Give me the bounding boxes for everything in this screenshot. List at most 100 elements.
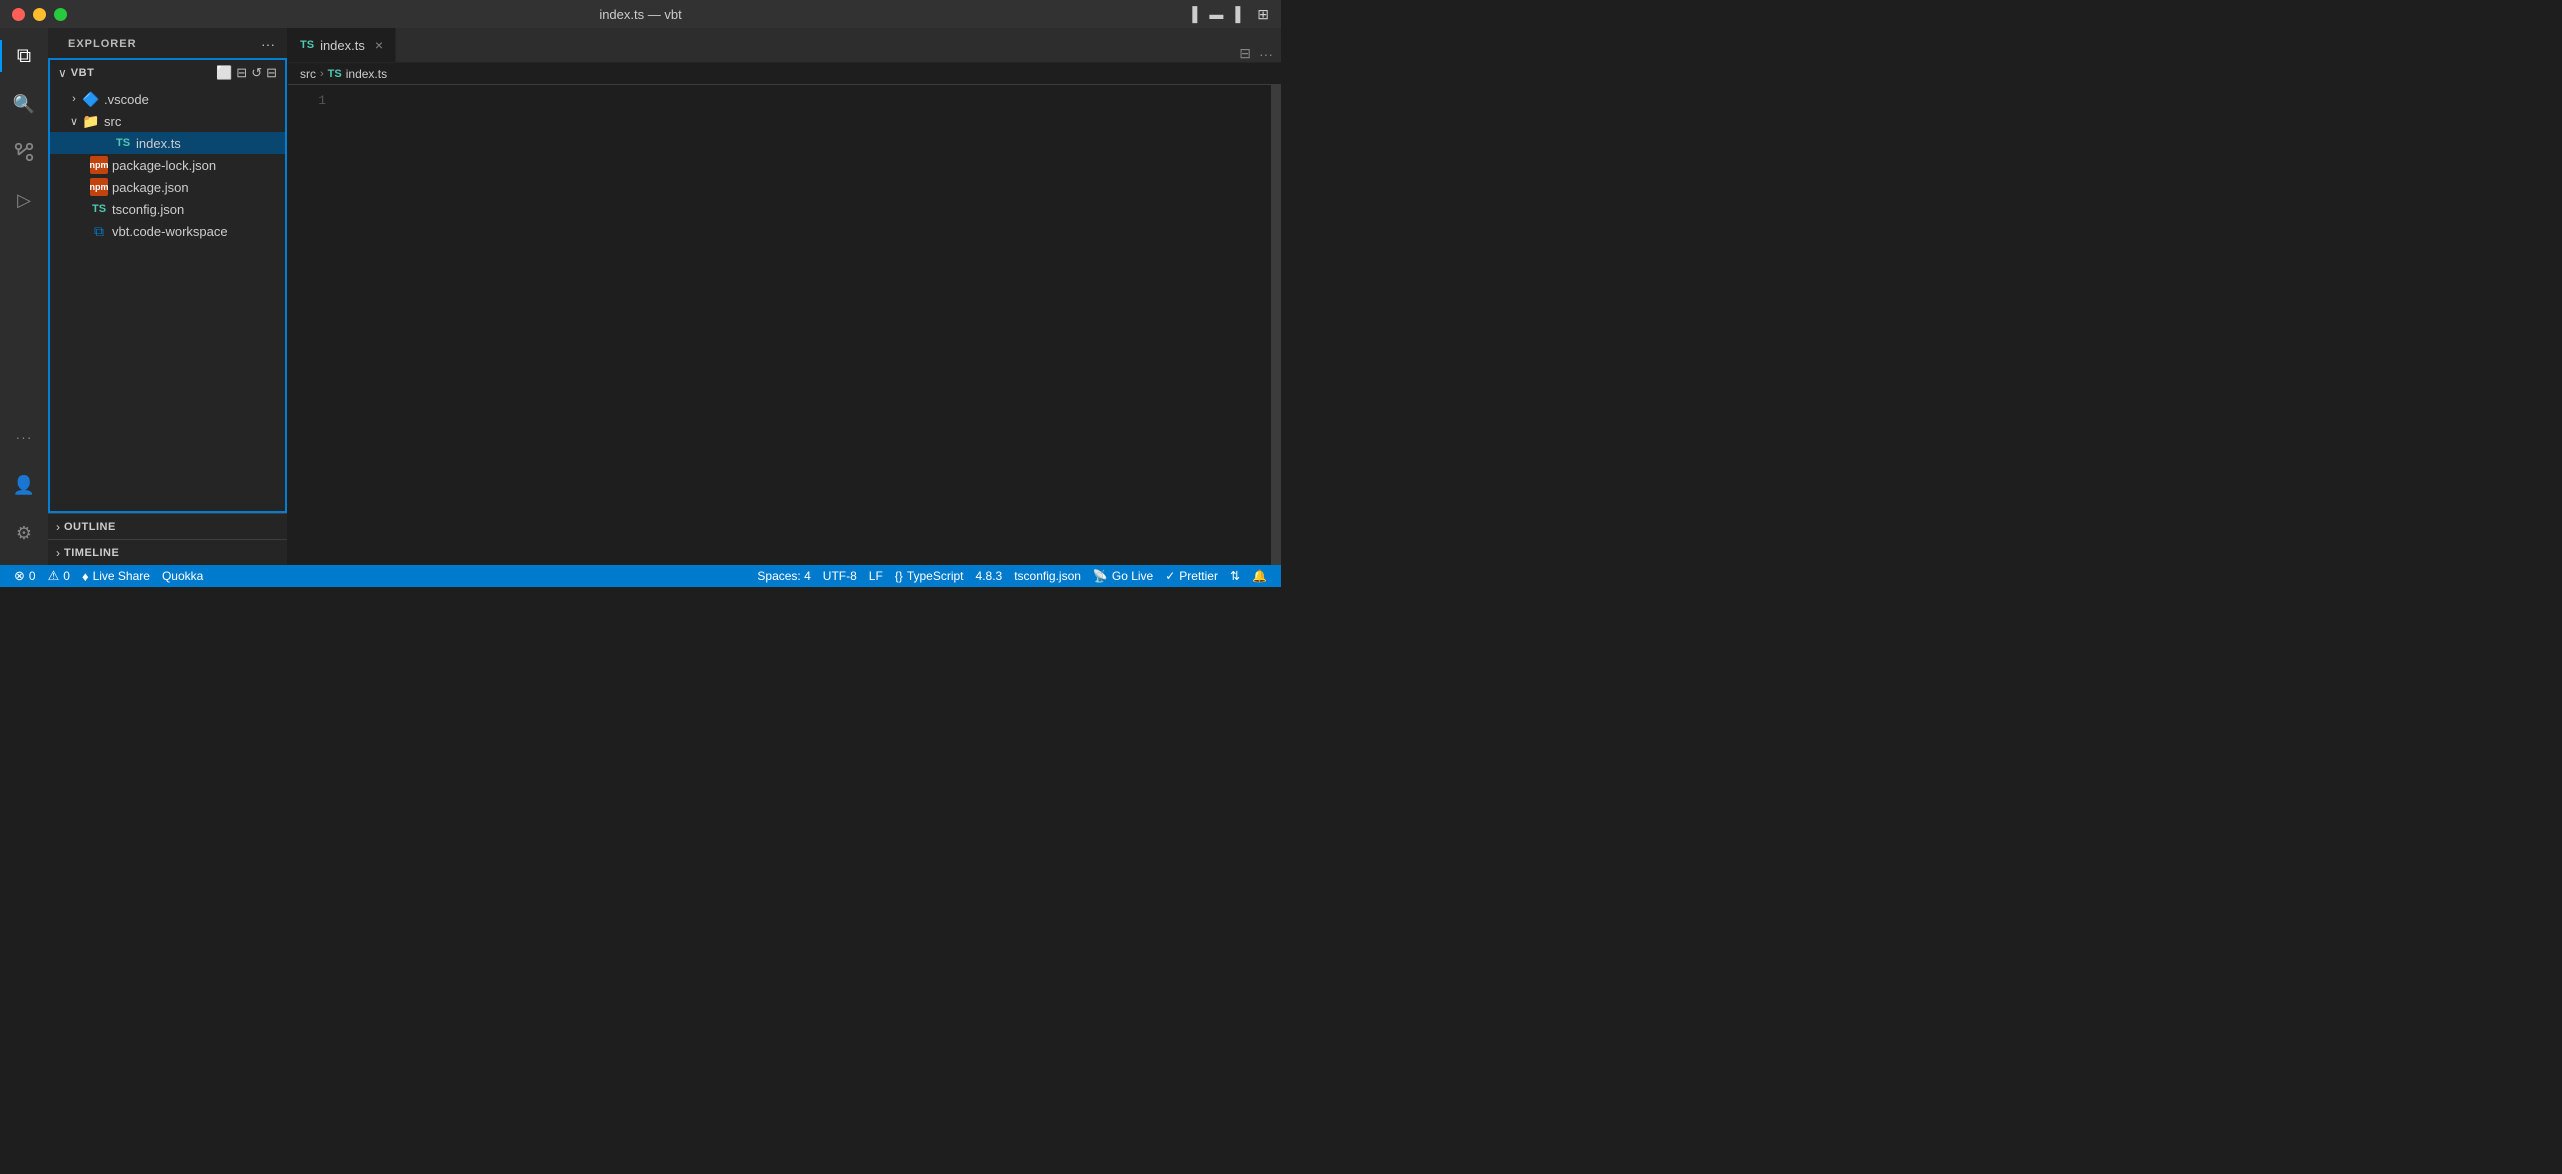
tabs-bar: TS index.ts × ⊟ ··· bbox=[288, 28, 1281, 63]
ts-file-icon: TS bbox=[114, 134, 132, 152]
maximize-button[interactable] bbox=[54, 8, 67, 21]
package-lock-icon: npm bbox=[90, 156, 108, 174]
main-layout: ⧉ 🔍 ▷ ··· 👤 ⚙ EXPLORER bbox=[0, 28, 1281, 565]
workspace-icon: ⧉ bbox=[90, 222, 108, 240]
panel-left-icon[interactable]: ▐ bbox=[1187, 6, 1197, 22]
code-editor[interactable] bbox=[338, 85, 1271, 565]
sidebar: EXPLORER ··· ∨ VBT ⬜ ⊟ ↺ ⊟ › bbox=[48, 28, 288, 565]
timeline-section[interactable]: › TIMELINE bbox=[48, 539, 287, 565]
activity-item-run-debug[interactable]: ▷ bbox=[0, 176, 48, 224]
prettier-icon: ✓ bbox=[1165, 569, 1175, 583]
status-language[interactable]: {} TypeScript bbox=[889, 565, 970, 587]
status-bar: ⊗ 0 ⚠ 0 ♦ Live Share Quokka Spaces: 4 UT… bbox=[0, 565, 1281, 587]
new-folder-icon[interactable]: ⊟ bbox=[236, 65, 247, 81]
activity-item-explorer[interactable]: ⧉ bbox=[0, 32, 48, 80]
status-encoding[interactable]: UTF-8 bbox=[817, 565, 863, 587]
tree-item-src[interactable]: ∨ 📁 src bbox=[50, 110, 285, 132]
ts-version-label: 4.8.3 bbox=[976, 569, 1003, 583]
notification-icon: 🔔 bbox=[1252, 569, 1267, 583]
tab-label: index.ts bbox=[320, 38, 365, 53]
tree-item-workspace[interactable]: ⧉ vbt.code-workspace bbox=[50, 220, 285, 242]
scrollbar-right[interactable] bbox=[1271, 85, 1281, 565]
tree-item-package-lock[interactable]: npm package-lock.json bbox=[50, 154, 285, 176]
tree-item-vscode[interactable]: › 🔷 .vscode bbox=[50, 88, 285, 110]
workspace-label: vbt.code-workspace bbox=[112, 224, 228, 239]
project-chevron: ∨ bbox=[58, 66, 67, 80]
refresh-icon[interactable]: ↺ bbox=[251, 65, 262, 81]
close-button[interactable] bbox=[12, 8, 25, 21]
package-json-label: package.json bbox=[112, 180, 189, 195]
prettier-label: Prettier bbox=[1179, 569, 1218, 583]
line-numbers: 1 bbox=[288, 85, 338, 565]
status-ts-version[interactable]: 4.8.3 bbox=[970, 565, 1009, 587]
timeline-title: TIMELINE bbox=[64, 547, 279, 559]
sidebar-title: EXPLORER bbox=[68, 38, 137, 50]
indexts-label: index.ts bbox=[136, 136, 181, 151]
project-toolbar: ⬜ ⊟ ↺ ⊟ bbox=[216, 65, 277, 81]
status-go-live[interactable]: 📡 Go Live bbox=[1087, 565, 1159, 587]
editor-more-icon[interactable]: ··· bbox=[1259, 46, 1273, 62]
status-errors[interactable]: ⊗ 0 bbox=[8, 565, 42, 587]
tab-ts-icon: TS bbox=[300, 39, 314, 51]
tsconfig-label: tsconfig.json bbox=[112, 202, 184, 217]
collapse-icon[interactable]: ⊟ bbox=[266, 65, 277, 81]
timeline-chevron: › bbox=[56, 546, 60, 560]
tsconfig-status-label: tsconfig.json bbox=[1014, 569, 1081, 583]
status-quokka[interactable]: Quokka bbox=[156, 565, 209, 587]
editor-area: TS index.ts × ⊟ ··· src › TS index.ts 1 bbox=[288, 28, 1281, 565]
activity-item-account[interactable]: 👤 bbox=[0, 461, 48, 509]
status-spaces[interactable]: Spaces: 4 bbox=[751, 565, 816, 587]
vscode-chevron: › bbox=[66, 93, 82, 105]
titlebar-right-icons: ▐ ▬ ▌ ⊞ bbox=[1187, 6, 1269, 23]
breadcrumb-filename[interactable]: index.ts bbox=[346, 67, 387, 81]
activity-item-search[interactable]: 🔍 bbox=[0, 80, 48, 128]
new-file-icon[interactable]: ⬜ bbox=[216, 65, 232, 81]
status-notifications[interactable]: 🔔 bbox=[1246, 565, 1273, 587]
line-endings-label: LF bbox=[869, 569, 883, 583]
layout-icon[interactable]: ⊞ bbox=[1257, 6, 1269, 23]
language-label: TypeScript bbox=[907, 569, 964, 583]
window-controls bbox=[12, 8, 67, 21]
status-sync[interactable]: ⇅ bbox=[1224, 565, 1246, 587]
run-debug-icon: ▷ bbox=[17, 190, 31, 211]
explorer-icon: ⧉ bbox=[17, 45, 31, 68]
package-lock-label: package-lock.json bbox=[112, 158, 216, 173]
go-live-label: Go Live bbox=[1112, 569, 1153, 583]
vscode-label: .vscode bbox=[104, 92, 149, 107]
project-name: VBT bbox=[71, 67, 216, 79]
status-warnings[interactable]: ⚠ 0 bbox=[42, 565, 76, 587]
status-live-share[interactable]: ♦ Live Share bbox=[76, 565, 156, 587]
tree-item-package-json[interactable]: npm package.json bbox=[50, 176, 285, 198]
sidebar-more-icon[interactable]: ··· bbox=[261, 36, 275, 52]
status-prettier[interactable]: ✓ Prettier bbox=[1159, 565, 1224, 587]
activity-item-source-control[interactable] bbox=[0, 128, 48, 176]
sidebar-actions: ··· bbox=[261, 36, 275, 52]
activity-item-settings[interactable]: ⚙ bbox=[0, 509, 48, 557]
src-folder-icon: 📁 bbox=[82, 112, 100, 130]
breadcrumb-src[interactable]: src bbox=[300, 67, 316, 81]
minimize-button[interactable] bbox=[33, 8, 46, 21]
breadcrumb-sep: › bbox=[320, 68, 324, 80]
project-section-header[interactable]: ∨ VBT ⬜ ⊟ ↺ ⊟ bbox=[50, 60, 285, 86]
package-json-icon: npm bbox=[90, 178, 108, 196]
file-tree: › 🔷 .vscode ∨ 📁 src TS index.ts bbox=[50, 86, 285, 511]
status-tsconfig[interactable]: tsconfig.json bbox=[1008, 565, 1087, 587]
panel-right-icon[interactable]: ▌ bbox=[1235, 6, 1245, 22]
tab-index-ts[interactable]: TS index.ts × bbox=[288, 28, 396, 62]
activity-item-more[interactable]: ··· bbox=[0, 413, 48, 461]
split-editor-icon[interactable]: ⊟ bbox=[1239, 45, 1251, 62]
tree-item-tsconfig[interactable]: TS tsconfig.json bbox=[50, 198, 285, 220]
activity-bar: ⧉ 🔍 ▷ ··· 👤 ⚙ bbox=[0, 28, 48, 565]
account-icon: 👤 bbox=[13, 475, 35, 496]
src-label: src bbox=[104, 114, 121, 129]
status-line-endings[interactable]: LF bbox=[863, 565, 889, 587]
tree-item-index-ts[interactable]: TS index.ts bbox=[50, 132, 285, 154]
explorer-panel: ∨ VBT ⬜ ⊟ ↺ ⊟ › 🔷 .vscode ∨ bbox=[48, 58, 287, 513]
panel-bottom-icon[interactable]: ▬ bbox=[1209, 6, 1223, 22]
live-share-icon: ♦ bbox=[82, 569, 89, 584]
tab-close-button[interactable]: × bbox=[375, 37, 383, 53]
warning-count: 0 bbox=[63, 569, 70, 583]
error-count: 0 bbox=[29, 569, 36, 583]
src-chevron: ∨ bbox=[66, 115, 82, 128]
outline-section[interactable]: › OUTLINE bbox=[48, 513, 287, 539]
